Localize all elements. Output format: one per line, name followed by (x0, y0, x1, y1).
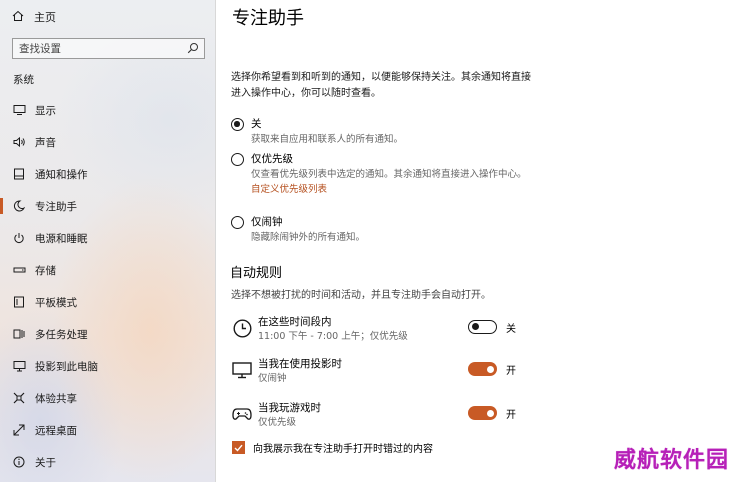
sidebar-item-about[interactable]: 关于 (0, 446, 216, 478)
home-label: 主页 (34, 11, 56, 24)
sidebar-item-label: 专注助手 (35, 200, 77, 213)
rule-title[interactable]: 当我在使用投影时 (258, 357, 342, 372)
main-panel: 专注助手 选择你希望看到和听到的通知，以便能够保持关注。其余通知将直接进入操作中… (216, 0, 735, 482)
sidebar-item-focus-assist[interactable]: 专注助手 (0, 190, 216, 222)
tablet-icon (12, 295, 26, 309)
option-alarms-only[interactable]: 仅闹钟 隐藏除闹钟外的所有通知。 (231, 215, 527, 245)
intro-text: 选择你希望看到和听到的通知，以便能够保持关注。其余通知将直接进入操作中心，你可以… (231, 72, 531, 99)
option-title: 仅优先级 (251, 153, 293, 165)
notification-icon (12, 167, 26, 181)
radio-alarms-only[interactable] (231, 216, 244, 229)
rule-when-projecting[interactable]: 当我在使用投影时 仅闹钟 开 (232, 357, 532, 393)
rule-when-gaming[interactable]: 当我玩游戏时 仅优先级 开 (232, 401, 532, 437)
option-title: 仅闹钟 (251, 216, 283, 228)
customize-priority-list-link[interactable]: 自定义优先级列表 (251, 182, 527, 197)
power-icon (12, 231, 26, 245)
sidebar-item-label: 存储 (35, 264, 56, 277)
sidebar-item-display[interactable]: 显示 (0, 94, 216, 126)
home-icon (12, 10, 24, 25)
display-icon (12, 103, 26, 117)
sidebar-item-label: 显示 (35, 104, 56, 117)
project-icon (12, 359, 26, 373)
sidebar-item-label: 声音 (35, 136, 56, 149)
sound-icon (12, 135, 26, 149)
rule-sub: 仅优先级 (258, 417, 297, 428)
watermark: 威航软件园 (613, 447, 729, 473)
remote-desktop-icon (12, 423, 26, 437)
rule-title[interactable]: 当我玩游戏时 (258, 401, 321, 416)
toggle-switch[interactable] (468, 362, 497, 376)
gamepad-icon (232, 404, 252, 424)
section-label-system: 系统 (13, 74, 34, 86)
search-input[interactable] (19, 42, 179, 55)
toggle-switch[interactable] (468, 406, 497, 420)
toggle-knob (486, 409, 494, 417)
moon-icon (12, 199, 26, 213)
toggle-knob (471, 323, 479, 330)
sidebar-item-multitasking[interactable]: 多任务处理 (0, 318, 216, 350)
rule-sub: 仅闹钟 (258, 373, 287, 384)
radio-priority-only[interactable] (231, 153, 244, 166)
sidebar: 主页 系统 显示 声音 通知和操作 专注助手 电源和睡眠 (0, 0, 216, 482)
radio-off[interactable] (231, 118, 244, 131)
sidebar-item-remote-desktop[interactable]: 远程桌面 (0, 414, 216, 446)
toggle-state-label: 开 (506, 366, 516, 377)
option-title: 关 (251, 118, 262, 130)
sidebar-item-label: 关于 (35, 456, 56, 469)
search-box[interactable] (12, 38, 205, 59)
automatic-rules-heading: 自动规则 (230, 266, 283, 281)
sidebar-item-label: 远程桌面 (35, 424, 77, 437)
monitor-icon (232, 360, 252, 380)
sidebar-item-storage[interactable]: 存储 (0, 254, 216, 286)
option-off[interactable]: 关 获取来自应用和联系人的所有通知。 (231, 117, 527, 147)
automatic-rules-desc: 选择不想被打扰的时间和活动，并且专注助手会自动打开。 (231, 290, 491, 301)
rule-title[interactable]: 在这些时间段内 (258, 315, 332, 330)
checkmark-icon (234, 444, 243, 452)
rule-sub: 11:00 下午 - 7:00 上午；仅优先级 (258, 331, 408, 342)
toggle-switch[interactable] (468, 320, 497, 334)
multitask-icon (12, 327, 26, 341)
toggle-knob (486, 365, 494, 373)
checkbox-label: 向我展示我在专注助手打开时错过的内容 (253, 444, 433, 455)
nav-home[interactable]: 主页 (0, 4, 216, 30)
sidebar-item-sound[interactable]: 声音 (0, 126, 216, 158)
page-title: 专注助手 (232, 8, 304, 29)
toggle-state-label: 开 (506, 410, 516, 421)
option-desc: 仅查看优先级列表中选定的通知。其余通知将直接进入操作中心。 (251, 169, 527, 180)
sidebar-item-shared-experiences[interactable]: 体验共享 (0, 382, 216, 414)
toggle-state-label: 关 (506, 324, 516, 335)
clock-icon (232, 318, 252, 338)
show-missed-checkbox-row[interactable]: 向我展示我在专注助手打开时错过的内容 (232, 440, 433, 455)
sidebar-item-tablet-mode[interactable]: 平板模式 (0, 286, 216, 318)
sidebar-item-label: 电源和睡眠 (35, 232, 88, 245)
option-desc: 隐藏除闹钟外的所有通知。 (251, 232, 366, 243)
rule-during-these-times[interactable]: 在这些时间段内 11:00 下午 - 7:00 上午；仅优先级 关 (232, 315, 532, 351)
sidebar-item-project-to-pc[interactable]: 投影到此电脑 (0, 350, 216, 382)
sidebar-item-label: 平板模式 (35, 296, 77, 309)
show-missed-checkbox[interactable] (232, 441, 245, 454)
sidebar-item-label: 投影到此电脑 (35, 360, 98, 373)
sidebar-item-label: 体验共享 (35, 392, 77, 405)
storage-icon (12, 263, 26, 277)
info-icon (12, 455, 26, 469)
option-priority-only[interactable]: 仅优先级 仅查看优先级列表中选定的通知。其余通知将直接进入操作中心。 自定义优先… (231, 152, 527, 197)
search-icon[interactable] (187, 42, 199, 57)
option-desc: 获取来自应用和联系人的所有通知。 (251, 134, 404, 145)
nav-list: 显示 声音 通知和操作 专注助手 电源和睡眠 存储 平板模式 多任务处理 投影到… (0, 94, 216, 478)
sidebar-item-power[interactable]: 电源和睡眠 (0, 222, 216, 254)
sidebar-item-notifications[interactable]: 通知和操作 (0, 158, 216, 190)
sidebar-item-label: 多任务处理 (35, 328, 88, 341)
sidebar-item-label: 通知和操作 (35, 168, 88, 181)
share-icon (12, 391, 26, 405)
